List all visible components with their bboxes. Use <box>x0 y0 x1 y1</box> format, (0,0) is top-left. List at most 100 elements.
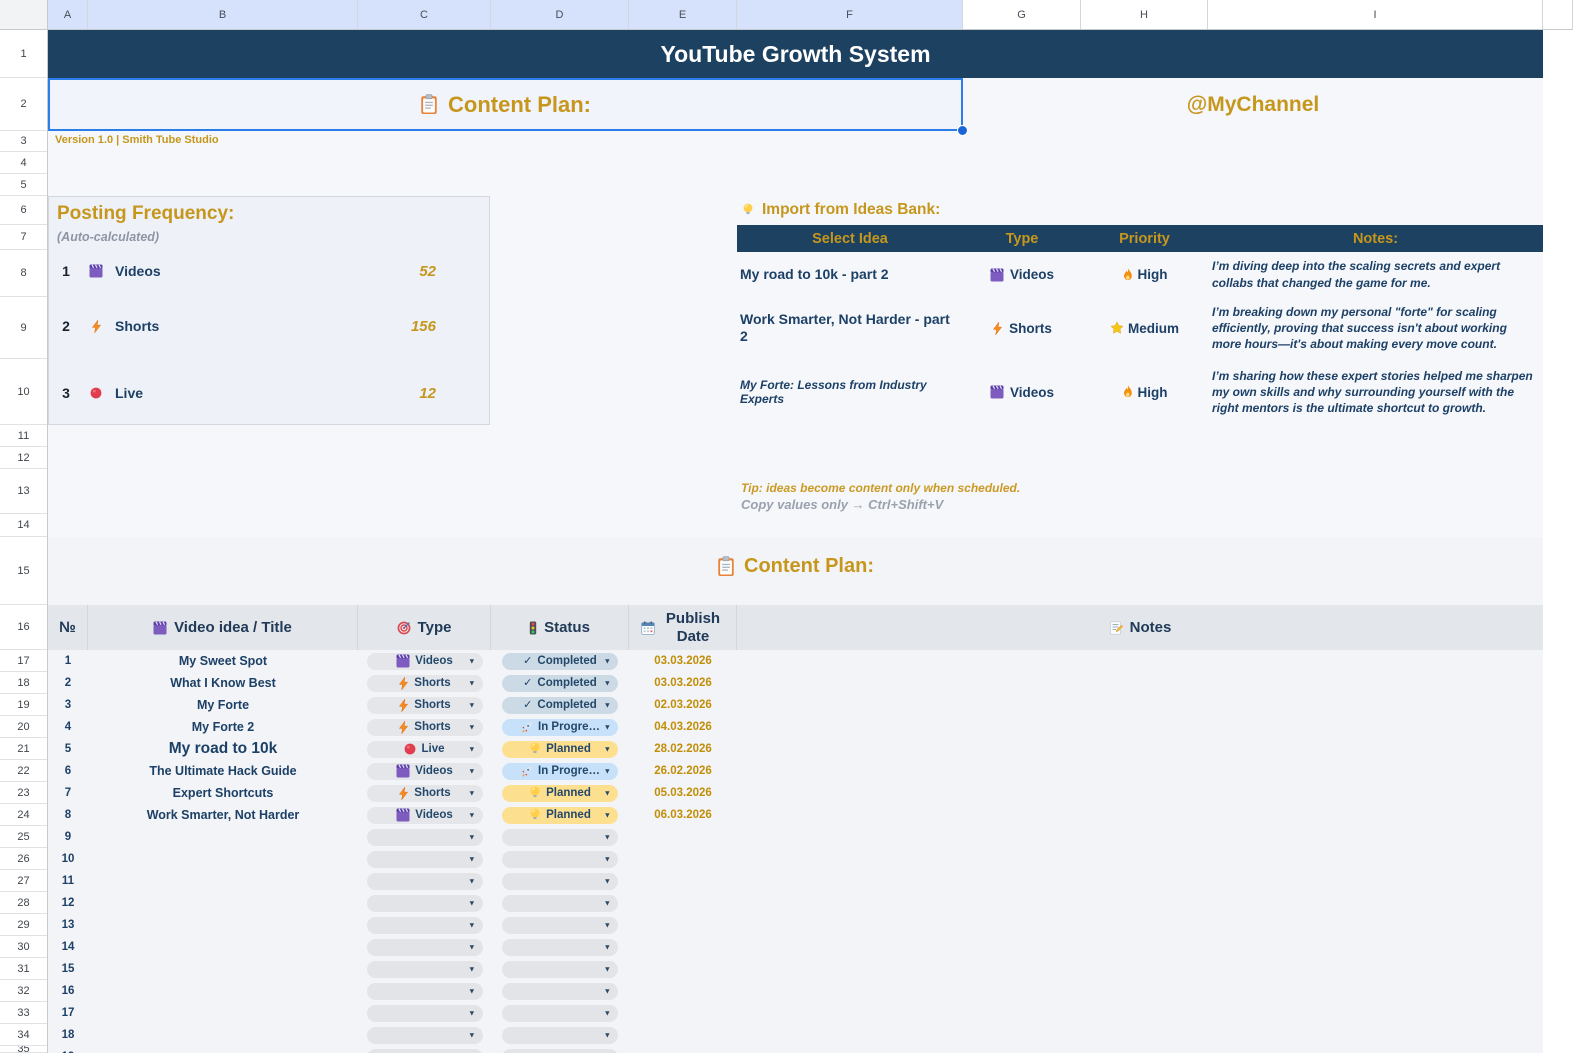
row-header-35[interactable]: 35 <box>0 1046 47 1053</box>
chevron-down-icon[interactable]: ▼ <box>604 877 611 886</box>
publish-date-cell[interactable] <box>629 1002 737 1024</box>
type-dropdown[interactable]: ▼ <box>367 917 483 934</box>
video-title-cell[interactable]: My road to 10k <box>88 738 358 760</box>
row-header-10[interactable]: 10 <box>0 359 47 425</box>
status-dropdown[interactable]: ▼ <box>502 1027 618 1044</box>
publish-date-cell[interactable]: 03.03.2026 <box>629 672 737 694</box>
video-title-cell[interactable] <box>88 848 358 870</box>
publish-date-cell[interactable] <box>629 826 737 848</box>
row-header-5[interactable]: 5 <box>0 174 47 196</box>
status-dropdown[interactable]: ▼ <box>502 895 618 912</box>
chevron-down-icon[interactable]: ▼ <box>604 701 611 710</box>
row-header-12[interactable]: 12 <box>0 447 47 469</box>
video-title-cell[interactable]: My Forte <box>88 694 358 716</box>
chevron-down-icon[interactable]: ▼ <box>468 1009 475 1018</box>
row-header-20[interactable]: 20 <box>0 716 47 738</box>
chevron-down-icon[interactable]: ▼ <box>468 943 475 952</box>
row-header-29[interactable]: 29 <box>0 914 47 936</box>
video-title-cell[interactable] <box>88 1046 358 1053</box>
chevron-down-icon[interactable]: ▼ <box>604 921 611 930</box>
video-title-cell[interactable]: Work Smarter, Not Harder <box>88 804 358 826</box>
publish-date-cell[interactable] <box>629 892 737 914</box>
type-dropdown[interactable]: Shorts▼ <box>367 697 483 714</box>
row-header-6[interactable]: 6 <box>0 196 47 225</box>
publish-date-cell[interactable]: 04.03.2026 <box>629 716 737 738</box>
chevron-down-icon[interactable]: ▼ <box>468 921 475 930</box>
publish-date-cell[interactable]: 05.03.2026 <box>629 782 737 804</box>
row-header-31[interactable]: 31 <box>0 958 47 980</box>
chevron-down-icon[interactable]: ▼ <box>468 833 475 842</box>
column-header-f[interactable]: F <box>737 0 963 29</box>
row-header-22[interactable]: 22 <box>0 760 47 782</box>
row-header-26[interactable]: 26 <box>0 848 47 870</box>
chevron-down-icon[interactable]: ▼ <box>604 855 611 864</box>
selected-range-a2-f2[interactable]: Content Plan: <box>48 78 963 131</box>
row-header-14[interactable]: 14 <box>0 514 47 537</box>
publish-date-cell[interactable]: 02.03.2026 <box>629 694 737 716</box>
chevron-down-icon[interactable]: ▼ <box>468 679 475 688</box>
status-dropdown[interactable]: ▼ <box>502 873 618 890</box>
row-header-4[interactable]: 4 <box>0 152 47 174</box>
publish-date-cell[interactable]: 26.02.2026 <box>629 760 737 782</box>
video-title-cell[interactable]: The Ultimate Hack Guide <box>88 760 358 782</box>
publish-date-cell[interactable] <box>629 958 737 980</box>
chevron-down-icon[interactable]: ▼ <box>468 899 475 908</box>
chevron-down-icon[interactable]: ▼ <box>468 811 475 820</box>
publish-date-cell[interactable] <box>629 870 737 892</box>
chevron-down-icon[interactable]: ▼ <box>468 745 475 754</box>
row-header-33[interactable]: 33 <box>0 1002 47 1024</box>
status-dropdown[interactable]: ▼ <box>502 983 618 1000</box>
type-dropdown[interactable]: ▼ <box>367 1005 483 1022</box>
status-dropdown[interactable]: ▼ <box>502 917 618 934</box>
status-dropdown[interactable]: ▼ <box>502 939 618 956</box>
row-header-3[interactable]: 3 <box>0 131 47 152</box>
chevron-down-icon[interactable]: ▼ <box>604 657 611 666</box>
type-dropdown[interactable]: Live▼ <box>367 741 483 758</box>
chevron-down-icon[interactable]: ▼ <box>604 899 611 908</box>
row-header-30[interactable]: 30 <box>0 936 47 958</box>
idea-title[interactable]: My Forte: Lessons from Industry Experts <box>740 359 956 425</box>
column-header-b[interactable]: B <box>88 0 358 29</box>
video-title-cell[interactable] <box>88 870 358 892</box>
chevron-down-icon[interactable]: ▼ <box>468 965 475 974</box>
status-dropdown[interactable]: ✓Completed▼ <box>502 675 618 692</box>
type-dropdown[interactable]: ▼ <box>367 851 483 868</box>
row-header-17[interactable]: 17 <box>0 650 47 672</box>
video-title-cell[interactable] <box>88 914 358 936</box>
publish-date-cell[interactable]: 03.03.2026 <box>629 650 737 672</box>
chevron-down-icon[interactable]: ▼ <box>604 965 611 974</box>
video-title-cell[interactable] <box>88 936 358 958</box>
column-header-g[interactable]: G <box>963 0 1081 29</box>
column-header-e[interactable]: E <box>629 0 737 29</box>
chevron-down-icon[interactable]: ▼ <box>604 1009 611 1018</box>
video-title-cell[interactable] <box>88 892 358 914</box>
row-header-25[interactable]: 25 <box>0 826 47 848</box>
row-header-19[interactable]: 19 <box>0 694 47 716</box>
type-dropdown[interactable]: ▼ <box>367 1027 483 1044</box>
row-header-32[interactable]: 32 <box>0 980 47 1002</box>
type-dropdown[interactable]: Videos▼ <box>367 807 483 824</box>
status-dropdown[interactable]: In Progre…▼ <box>502 719 618 736</box>
row-header-7[interactable]: 7 <box>0 225 47 250</box>
chevron-down-icon[interactable]: ▼ <box>604 987 611 996</box>
video-title-cell[interactable] <box>88 1002 358 1024</box>
row-header-1[interactable]: 1 <box>0 30 47 78</box>
video-title-cell[interactable]: My Sweet Spot <box>88 650 358 672</box>
column-header-d[interactable]: D <box>491 0 629 29</box>
row-header-34[interactable]: 34 <box>0 1024 47 1046</box>
video-title-cell[interactable] <box>88 826 358 848</box>
chevron-down-icon[interactable]: ▼ <box>604 767 611 776</box>
row-header-18[interactable]: 18 <box>0 672 47 694</box>
chevron-down-icon[interactable]: ▼ <box>468 723 475 732</box>
status-dropdown[interactable]: Planned▼ <box>502 785 618 802</box>
type-dropdown[interactable]: ▼ <box>367 961 483 978</box>
chevron-down-icon[interactable]: ▼ <box>468 877 475 886</box>
row-header-21[interactable]: 21 <box>0 738 47 760</box>
row-header-23[interactable]: 23 <box>0 782 47 804</box>
status-dropdown[interactable]: ▼ <box>502 1005 618 1022</box>
type-dropdown[interactable]: Shorts▼ <box>367 675 483 692</box>
row-header-24[interactable]: 24 <box>0 804 47 826</box>
idea-title[interactable]: My road to 10k - part 2 <box>740 252 956 297</box>
video-title-cell[interactable]: What I Know Best <box>88 672 358 694</box>
chevron-down-icon[interactable]: ▼ <box>468 701 475 710</box>
